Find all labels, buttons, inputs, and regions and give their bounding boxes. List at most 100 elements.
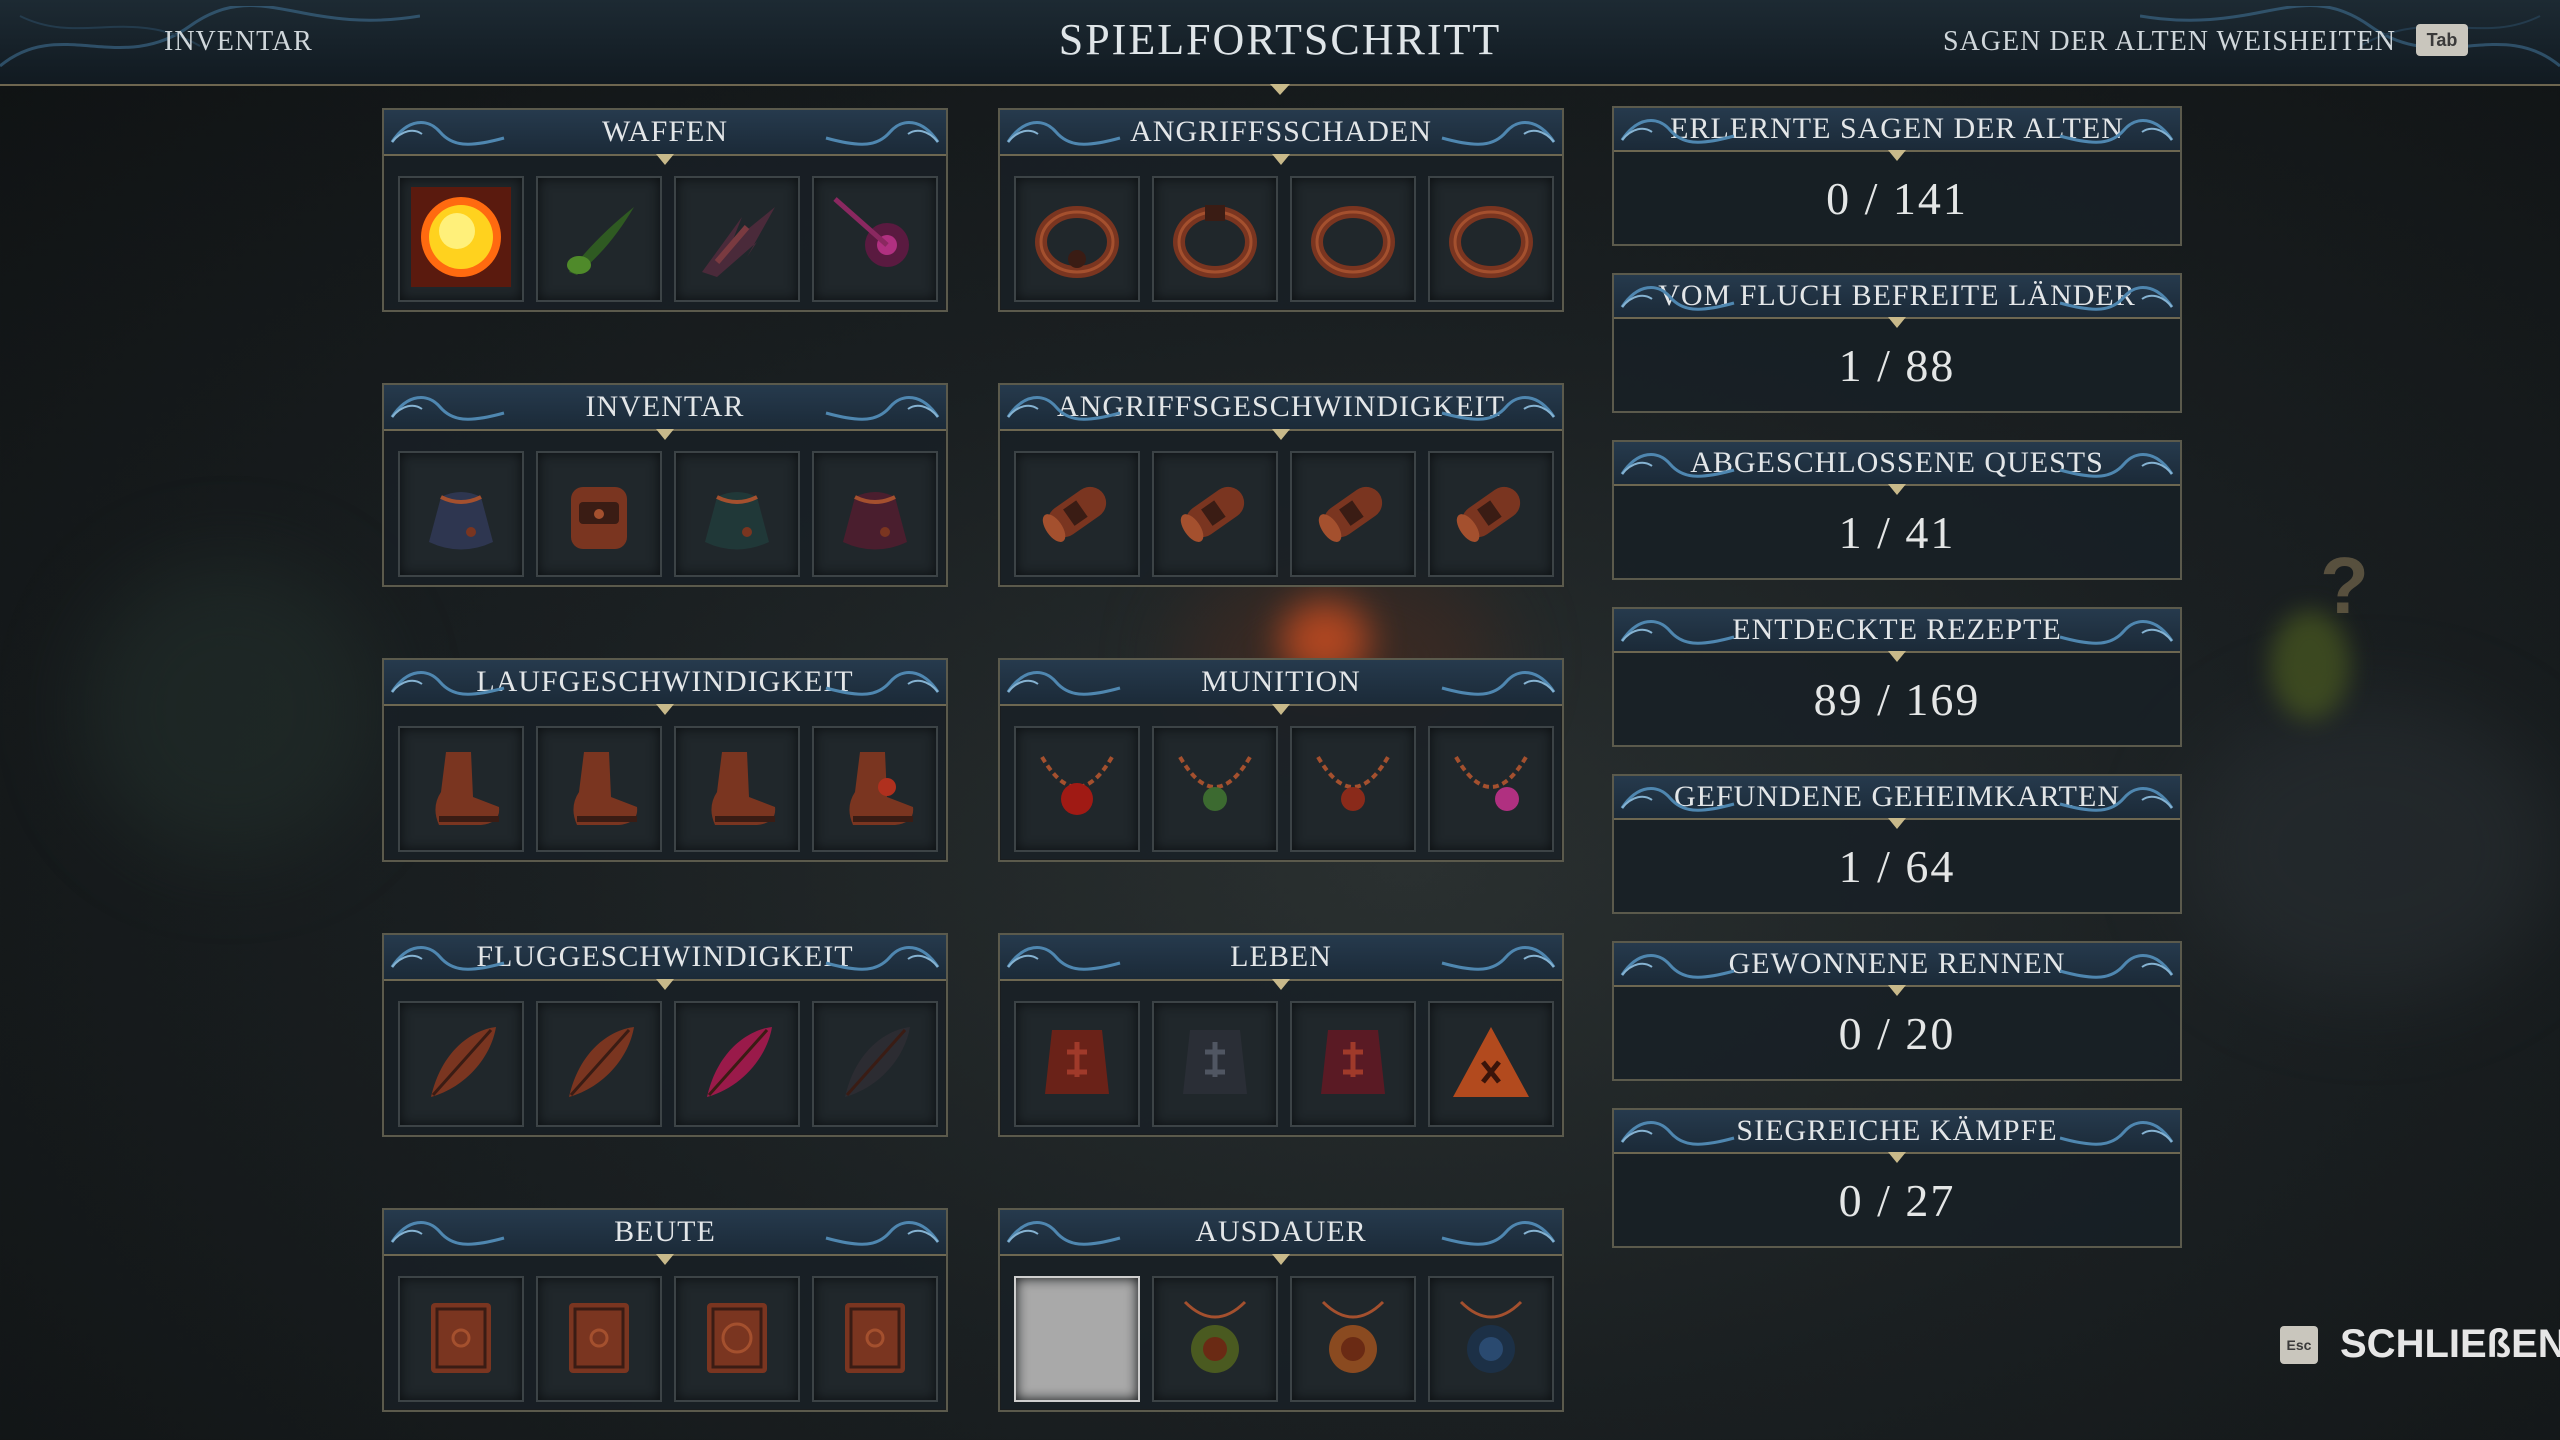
item-slot[interactable]: [812, 726, 938, 852]
chevron-down-icon: [1888, 651, 1906, 662]
item-slots: [1014, 1276, 1554, 1402]
ring-icon: [1027, 187, 1127, 292]
item-slot[interactable]: [536, 1276, 662, 1402]
item-slot[interactable]: [1428, 176, 1554, 302]
item-slot[interactable]: [536, 1001, 662, 1127]
ornament-right-icon: [2059, 119, 2174, 144]
ornament-left-icon: [1620, 453, 1735, 478]
item-slot[interactable]: [536, 726, 662, 852]
pouch-icon: [687, 462, 787, 567]
stat-value: 0 / 27: [1838, 1175, 1956, 1226]
category-title: WAFFEN: [601, 115, 728, 148]
chevron-down-icon: [656, 704, 674, 715]
category-header: ANGRIFFSSCHADEN: [1000, 110, 1562, 165]
ornament-left-icon: [1620, 620, 1735, 645]
item-slot[interactable]: [398, 1001, 524, 1127]
item-slot[interactable]: [1152, 1001, 1278, 1127]
boot-icon: [687, 737, 787, 842]
stat-box: ENTDECKTE REZEPTE 89 / 169: [1612, 607, 2182, 747]
item-slot[interactable]: [1152, 1276, 1278, 1402]
boot-icon: [825, 737, 925, 842]
item-slot[interactable]: [1152, 726, 1278, 852]
item-slot[interactable]: [674, 726, 800, 852]
item-slot[interactable]: [812, 1276, 938, 1402]
stat-header: ABGESCHLOSSENE QUESTS: [1614, 442, 2180, 495]
chevron-down-icon: [1272, 429, 1290, 440]
ornament-left-icon: [1620, 787, 1735, 812]
item-slots: [398, 176, 938, 302]
stat-value: 1 / 41: [1838, 507, 1956, 558]
item-slot[interactable]: [398, 726, 524, 852]
stat-header: ENTDECKTE REZEPTE: [1614, 609, 2180, 662]
item-slot[interactable]: [1290, 726, 1416, 852]
stat-label: SIEGREICHE KÄMPFE: [1736, 1114, 2058, 1147]
item-slot[interactable]: [674, 451, 800, 577]
ring-icon: [1441, 187, 1541, 292]
ornament-left-icon: [1620, 954, 1735, 979]
feather-icon: [825, 1012, 925, 1117]
ornament-left-icon: [1006, 1221, 1121, 1246]
category-title: LEBEN: [1230, 940, 1332, 973]
item-slot[interactable]: [536, 451, 662, 577]
ornament-left-icon: [1006, 396, 1121, 421]
item-slot[interactable]: [1014, 1276, 1140, 1402]
item-slot[interactable]: [398, 1276, 524, 1402]
item-slot[interactable]: [398, 176, 524, 302]
item-slot[interactable]: [1290, 1001, 1416, 1127]
item-slot[interactable]: [1428, 1001, 1554, 1127]
item-slot[interactable]: [1428, 726, 1554, 852]
scroll-icon: [1441, 462, 1541, 567]
chevron-down-icon: [1888, 818, 1906, 829]
stat-value: 89 / 169: [1813, 674, 1981, 725]
ornament-right-icon: [1441, 671, 1556, 696]
item-slots: [398, 1001, 938, 1127]
ornament-right-icon: [825, 946, 940, 971]
chevron-down-icon: [1888, 150, 1906, 161]
rune-tablet-icon: [1303, 1012, 1403, 1117]
category-header: WAFFEN: [384, 110, 946, 165]
ornament-right-icon: [2059, 954, 2174, 979]
item-slot[interactable]: [1428, 451, 1554, 577]
item-slot[interactable]: [1290, 176, 1416, 302]
ornament-right-icon: [825, 1221, 940, 1246]
ornament-right-icon: [825, 671, 940, 696]
item-slot[interactable]: [1290, 451, 1416, 577]
chevron-down-icon: [1272, 1254, 1290, 1265]
item-slot[interactable]: [674, 1001, 800, 1127]
ornament-left-icon: [390, 396, 505, 421]
slash-icon: [687, 187, 787, 292]
tab-sagen-der-alten-weisheiten[interactable]: SAGEN DER ALTEN WEISHEITEN: [1943, 26, 2396, 58]
item-slot[interactable]: [1152, 451, 1278, 577]
item-slot[interactable]: [674, 1276, 800, 1402]
item-slot[interactable]: [398, 451, 524, 577]
item-slot[interactable]: [674, 176, 800, 302]
stat-value: 0 / 20: [1838, 1008, 1956, 1059]
amulet-icon: [1165, 1287, 1265, 1392]
category-title: INVENTAR: [585, 390, 745, 423]
item-slots: [1014, 451, 1554, 577]
scroll-icon: [1165, 462, 1265, 567]
category-header: ANGRIFFSGESCHWINDIGKEIT: [1000, 385, 1562, 440]
category-title: ANGRIFFSSCHADEN: [1130, 115, 1432, 148]
item-slot[interactable]: [1014, 1001, 1140, 1127]
ornament-right-icon: [1441, 396, 1556, 421]
item-slot[interactable]: [812, 451, 938, 577]
stat-header: VOM FLUCH BEFREITE LÄNDER: [1614, 275, 2180, 328]
rune-tablet-icon: [1441, 1012, 1541, 1117]
item-slot[interactable]: [1014, 176, 1140, 302]
necklace-icon: [1165, 737, 1265, 842]
category-header: MUNITION: [1000, 660, 1562, 715]
item-slot[interactable]: [1014, 451, 1140, 577]
item-slots: [398, 451, 938, 577]
green-comet-icon: [549, 187, 649, 292]
stat-box: ERLERNTE SAGEN DER ALTEN 0 / 141: [1612, 106, 2182, 246]
item-slot[interactable]: [536, 176, 662, 302]
item-slot[interactable]: [1014, 726, 1140, 852]
item-slot[interactable]: [1290, 1276, 1416, 1402]
item-slot[interactable]: [812, 1001, 938, 1127]
stat-label: GEFUNDENE GEHEIMKARTEN: [1674, 780, 2120, 813]
item-slot[interactable]: [1152, 176, 1278, 302]
sun-orb-icon: [411, 186, 511, 292]
item-slot[interactable]: [812, 176, 938, 302]
item-slot[interactable]: [1428, 1276, 1554, 1402]
